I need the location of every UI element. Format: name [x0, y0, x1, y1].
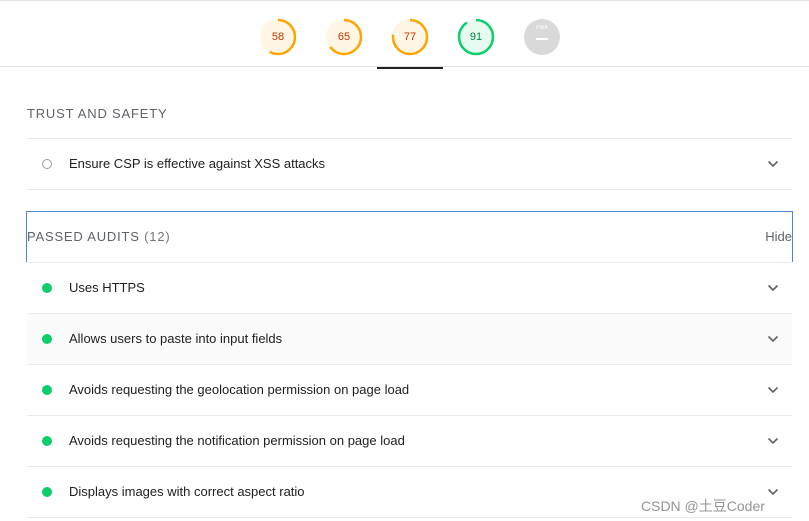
- passed-audits-title: PASSED AUDITS: [27, 229, 140, 244]
- pwa-badge-icon: [524, 19, 560, 55]
- audit-title: Avoids requesting the notification permi…: [69, 433, 405, 448]
- passed-audits-header[interactable]: PASSED AUDITS (12) Hide: [26, 211, 793, 262]
- chevron-down-icon[interactable]: [766, 383, 780, 397]
- passed-audits-label: PASSED AUDITS (12): [27, 229, 171, 244]
- chevron-down-icon[interactable]: [766, 281, 780, 295]
- audit-title: Avoids requesting the geolocation permis…: [69, 382, 410, 397]
- audit-title: Uses HTTPS: [69, 280, 145, 295]
- audit-title: Displays images with correct aspect rati…: [69, 484, 305, 499]
- pass-dot-icon: [42, 487, 52, 497]
- score-gauge-3[interactable]: 77: [391, 18, 429, 56]
- chevron-down-icon[interactable]: [766, 157, 780, 171]
- active-tab-underline: [377, 67, 443, 69]
- passed-audits-count: (12): [144, 229, 171, 244]
- chevron-down-icon[interactable]: [766, 434, 780, 448]
- chevron-down-icon[interactable]: [766, 332, 780, 346]
- score-gauge-2[interactable]: 65: [325, 18, 363, 56]
- score-gauge-1[interactable]: 58: [259, 18, 297, 56]
- pass-dot-icon: [42, 385, 52, 395]
- info-circle-icon: [42, 159, 52, 169]
- pass-dot-icon: [42, 436, 52, 446]
- audit-row-uses-https[interactable]: Uses HTTPS: [27, 262, 792, 313]
- category-score-bar: 58 65 77 91 PWA: [0, 0, 809, 69]
- pass-dot-icon: [42, 334, 52, 344]
- gauge-score: 58: [271, 31, 285, 43]
- hide-toggle-button[interactable]: Hide: [765, 229, 792, 244]
- audit-row-paste-inputs[interactable]: Allows users to paste into input fields: [27, 313, 792, 364]
- section-title-trust-and-safety: TRUST AND SAFETY: [27, 106, 168, 121]
- audit-title: Ensure CSP is effective against XSS atta…: [69, 156, 326, 171]
- score-gauge-4[interactable]: 91: [457, 18, 495, 56]
- chevron-down-icon[interactable]: [766, 485, 780, 499]
- pass-dot-icon: [42, 283, 52, 293]
- pwa-label: PWA: [536, 25, 548, 31]
- gauge-score: 77: [403, 31, 417, 43]
- csdn-watermark: CSDN @土豆Coder: [641, 498, 765, 514]
- gauge-score: 91: [469, 31, 483, 43]
- audit-row-geolocation[interactable]: Avoids requesting the geolocation permis…: [27, 364, 792, 415]
- audit-title: Allows users to paste into input fields: [69, 331, 283, 346]
- audit-row-notification[interactable]: Avoids requesting the notification permi…: [27, 415, 792, 466]
- audit-row-csp[interactable]: Ensure CSP is effective against XSS atta…: [27, 138, 792, 190]
- gauge-score: 65: [337, 31, 351, 43]
- pwa-dash-icon: [536, 38, 548, 40]
- pwa-gauge[interactable]: PWA: [523, 18, 561, 56]
